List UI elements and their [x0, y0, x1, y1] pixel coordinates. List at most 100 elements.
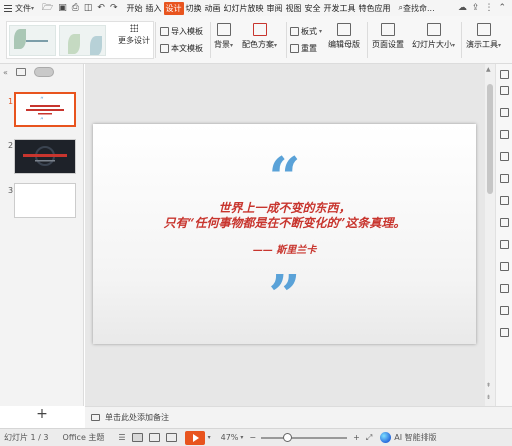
- export-icon[interactable]: [500, 218, 509, 227]
- outline-view-icon[interactable]: [15, 68, 26, 76]
- theme-name[interactable]: Office 主题: [63, 432, 105, 443]
- zoom-slider-knob[interactable]: [282, 432, 292, 442]
- scroll-thumb[interactable]: [487, 84, 493, 194]
- layout-icon: [290, 27, 299, 36]
- tab-home[interactable]: 开始: [126, 2, 144, 15]
- preview-icon[interactable]: ◫: [84, 3, 93, 13]
- collapse-ribbon-icon[interactable]: ⌃: [498, 3, 506, 13]
- chevron-down-icon[interactable]: ▾: [208, 434, 211, 441]
- page-setup-label: 页面设置: [372, 40, 404, 49]
- open-quote-mark[interactable]: “: [93, 150, 476, 206]
- chevron-down-icon[interactable]: ▾: [240, 434, 243, 441]
- adjust-icon[interactable]: [500, 174, 509, 183]
- leaf-decoration: [68, 33, 80, 54]
- edit-master-button[interactable]: 编辑母版: [328, 23, 360, 50]
- ai-layout-button[interactable]: AI 智能排版: [380, 432, 442, 443]
- zoom-slider[interactable]: [261, 432, 348, 442]
- zoom-out-icon[interactable]: −: [249, 433, 256, 442]
- tab-developer[interactable]: 开发工具: [323, 2, 357, 15]
- current-slide[interactable]: “ 世界上一成不变的东西， 只有“任何事物都是在不断变化的”这条真理。 —— 斯…: [93, 124, 476, 344]
- background-button[interactable]: 背景▾: [214, 23, 233, 50]
- tab-design[interactable]: 设计: [163, 1, 184, 15]
- share-icon[interactable]: ⇪: [472, 3, 480, 13]
- tab-review[interactable]: 审阅: [266, 2, 284, 15]
- media-icon[interactable]: [500, 262, 509, 271]
- tab-view[interactable]: 视图: [285, 2, 303, 15]
- present-tools-button[interactable]: 演示工具▾: [466, 23, 501, 50]
- menu-icon: [4, 4, 12, 12]
- slide-size-icon: [426, 23, 441, 36]
- undo-icon[interactable]: ↶: [97, 3, 105, 13]
- tab-insert[interactable]: 插入: [145, 2, 163, 15]
- print-icon[interactable]: ⎙: [72, 3, 79, 13]
- slide-counter: 幻灯片 1 / 3: [4, 433, 49, 442]
- properties-icon[interactable]: [500, 86, 509, 95]
- save-icon[interactable]: ▣: [58, 3, 67, 13]
- import-template-label: 导入模板: [171, 27, 203, 36]
- zoom-in-icon[interactable]: +: [353, 433, 360, 442]
- layout-button[interactable]: 板式 ▾: [290, 26, 322, 37]
- status-bar: 幻灯片 1 / 3 Office 主题 ☰ ▾ 47% ▾ − + ⤢ AI 智…: [0, 428, 512, 446]
- fit-window-icon[interactable]: ⤢: [366, 433, 372, 443]
- tab-security[interactable]: 安全: [304, 2, 322, 15]
- zoom-level[interactable]: 47%: [221, 433, 239, 442]
- format-icon[interactable]: [500, 152, 509, 161]
- tab-animation[interactable]: 动画: [204, 2, 222, 15]
- folder-icon[interactable]: 🗁: [42, 0, 53, 16]
- shapes-icon[interactable]: [500, 108, 509, 117]
- slides-view-icon[interactable]: [33, 67, 54, 77]
- add-slide-button[interactable]: +: [0, 406, 84, 422]
- mic-icon[interactable]: [500, 328, 509, 337]
- file-menu[interactable]: 文件 ▾: [0, 0, 38, 16]
- image-icon[interactable]: [500, 196, 509, 205]
- notes-pane[interactable]: 单击此处添加备注: [85, 406, 512, 428]
- animation-icon[interactable]: [500, 130, 509, 139]
- collapse-panel-icon[interactable]: «: [3, 68, 8, 77]
- text-template-button[interactable]: 本文模板: [160, 43, 203, 54]
- cloud-icon[interactable]: ☁: [458, 3, 467, 13]
- list-view-icon[interactable]: ☰: [118, 433, 125, 442]
- more-designs-button[interactable]: 更多设计: [116, 24, 152, 46]
- slide-size-button[interactable]: 幻灯片大小▾: [412, 23, 455, 50]
- reset-button[interactable]: 重置: [290, 43, 317, 54]
- leaf-decoration: [14, 28, 26, 49]
- tab-transitions[interactable]: 切换: [185, 2, 203, 15]
- tab-slideshow[interactable]: 幻灯片放映: [223, 2, 265, 15]
- layout-label: 板式: [301, 27, 317, 36]
- slide-thumbnail-3[interactable]: [14, 183, 76, 218]
- import-template-button[interactable]: 导入模板: [160, 26, 203, 37]
- divider: [461, 22, 462, 58]
- edit-master-label: 编辑母版: [328, 40, 360, 49]
- design-thumbnail[interactable]: [9, 24, 56, 56]
- import-icon: [160, 27, 169, 36]
- slide-thumbnail-1[interactable]: “ ”: [14, 92, 76, 127]
- next-slide-icon[interactable]: ⇟: [486, 394, 491, 401]
- present-tools-icon: [476, 23, 491, 36]
- normal-view-icon[interactable]: [131, 433, 143, 442]
- slide-thumbnail-2[interactable]: [14, 139, 76, 174]
- color-scheme-label: 配色方案▾: [242, 40, 278, 49]
- leaf-decoration: [90, 35, 102, 55]
- quote-line-2[interactable]: 只有“任何事物都是在不断变化的”这条真理。: [93, 214, 476, 231]
- color-scheme-button[interactable]: 配色方案▾: [242, 23, 277, 50]
- command-search[interactable]: ⌕ 查找命...: [399, 3, 435, 14]
- vertical-scrollbar[interactable]: ▲ ⇞ ⇟: [485, 64, 495, 406]
- collapse-arrow-icon[interactable]: [500, 70, 509, 79]
- play-slideshow-button[interactable]: [184, 430, 205, 445]
- scroll-up-icon[interactable]: ▲: [486, 66, 491, 73]
- design-thumbnail[interactable]: [59, 24, 106, 56]
- reading-view-icon[interactable]: [165, 433, 177, 442]
- master-icon: [337, 23, 351, 36]
- more-icon[interactable]: ⋮: [484, 3, 493, 13]
- page-setup-button[interactable]: 页面设置: [372, 23, 404, 50]
- tab-features[interactable]: 特色应用: [358, 2, 392, 15]
- table-icon[interactable]: [500, 240, 509, 249]
- audio-icon[interactable]: [500, 284, 509, 293]
- slide-sorter-icon[interactable]: [148, 433, 160, 442]
- prev-slide-icon[interactable]: ⇞: [486, 382, 491, 389]
- redo-icon[interactable]: ↷: [110, 3, 118, 13]
- close-quote-mark[interactable]: ”: [93, 268, 476, 324]
- reset-label: 重置: [301, 44, 317, 53]
- mobile-icon[interactable]: [500, 306, 509, 315]
- quote-author[interactable]: —— 斯里兰卡: [93, 241, 476, 256]
